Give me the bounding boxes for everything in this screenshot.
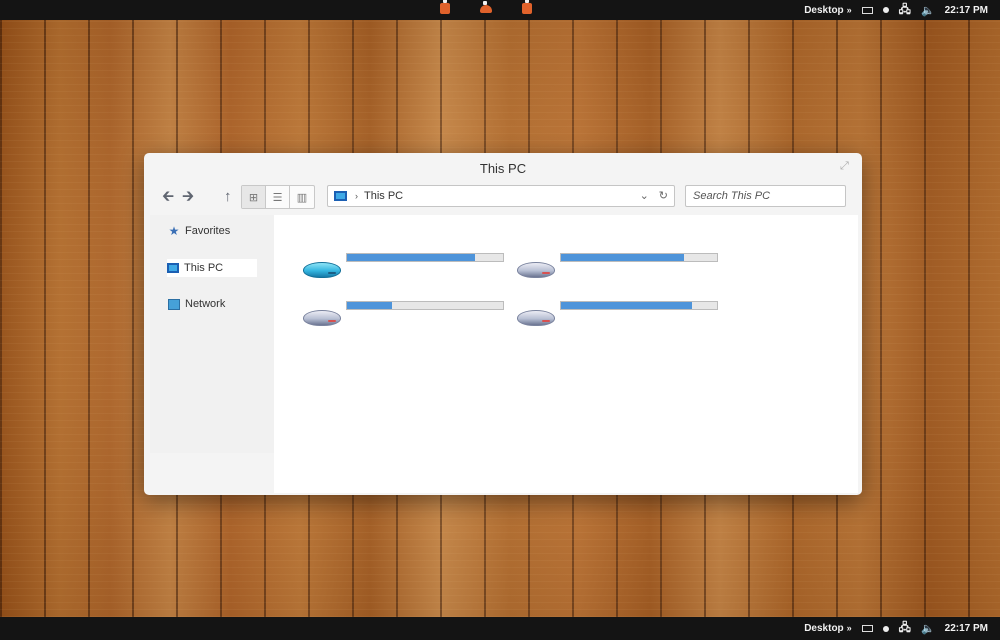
drive-usage-bar <box>560 301 718 310</box>
maximize-icon[interactable]: ⤢ <box>840 160 852 172</box>
hard-drive-icon <box>517 262 555 278</box>
network-tray-icon[interactable]: 🖧 <box>899 1 911 20</box>
up-arrow-icon[interactable]: ↑ <box>224 189 232 205</box>
drive-usage-bar <box>346 301 504 310</box>
chevron-down-icon[interactable]: ⌄ <box>640 189 649 202</box>
search-input[interactable]: Search This PC <box>685 185 846 207</box>
sidebar-item-label: This PC <box>184 262 224 274</box>
sidebar-item-network[interactable]: Network <box>168 298 225 310</box>
columns-view-button[interactable]: ▥ <box>290 186 314 208</box>
hard-drive-icon <box>517 310 555 326</box>
drive-tile[interactable] <box>502 300 718 330</box>
breadcrumb[interactable]: This PC <box>364 190 403 202</box>
computer-icon <box>334 191 347 201</box>
keyboard-icon[interactable] <box>861 625 873 632</box>
drive-usage-bar <box>346 253 504 262</box>
desktop-toolbar-button[interactable]: Desktop» <box>804 5 851 16</box>
drive-usage-fill <box>561 302 693 309</box>
top-taskbar: Desktop» 🖧 🔈 22:17 PM <box>0 0 1000 20</box>
desktop-toolbar-button[interactable]: Desktop» <box>804 623 851 634</box>
clock[interactable]: 22:17 PM <box>945 623 988 634</box>
icons-view-button[interactable]: ⊞ <box>242 186 266 208</box>
drive-usage-fill <box>347 254 475 261</box>
address-bar[interactable]: › This PC ⌄ ↻ <box>327 185 675 207</box>
navigation-pane: ★ Favorites This PC Network <box>150 215 274 453</box>
volume-icon[interactable]: 🔈 <box>921 622 935 635</box>
star-icon: ★ <box>168 224 180 238</box>
system-drive-icon <box>303 262 341 278</box>
back-arrow-icon[interactable]: 🡰 <box>162 189 174 205</box>
drive-tile[interactable] <box>502 252 718 282</box>
hard-drive-icon <box>303 310 341 326</box>
bottom-taskbar: Desktop» 🖧 🔈 22:17 PM <box>0 617 1000 640</box>
taskbar-center-icons <box>440 0 532 14</box>
breadcrumb-separator: › <box>355 191 358 201</box>
network-icon <box>168 298 180 310</box>
computer-icon <box>167 263 179 273</box>
list-view-button[interactable]: ☰ <box>266 186 290 208</box>
sidebar-item-favorites[interactable]: ★ Favorites <box>168 224 231 238</box>
drive-tile[interactable] <box>288 252 504 282</box>
keyboard-icon[interactable] <box>861 6 873 14</box>
explorer-window: This PC ⤢ 🡰 🡲 ↑ ⊞ ☰ ▥ › This PC ⌄ ↻ Sear… <box>144 153 862 495</box>
drive-usage-fill <box>347 302 393 309</box>
cloud-icon[interactable] <box>480 1 492 13</box>
app-icon[interactable] <box>440 0 450 14</box>
sidebar-item-this-pc[interactable]: This PC <box>167 259 257 277</box>
view-toggle-group: ⊞ ☰ ▥ <box>241 185 315 209</box>
toolbar: 🡰 🡲 ↑ ⊞ ☰ ▥ › This PC ⌄ ↻ Search This PC <box>144 185 862 209</box>
volume-icon[interactable]: 🔈 <box>921 4 935 17</box>
network-tray-icon[interactable]: 🖧 <box>899 619 911 638</box>
forward-arrow-icon[interactable]: 🡲 <box>182 189 194 205</box>
clock[interactable]: 22:17 PM <box>945 5 988 16</box>
clipboard-icon[interactable] <box>522 0 532 14</box>
drive-usage-fill <box>561 254 685 261</box>
window-title: This PC <box>479 161 527 176</box>
record-icon[interactable] <box>882 7 889 13</box>
drives-view <box>274 215 858 493</box>
sidebar-item-label: Favorites <box>185 225 231 237</box>
drive-usage-bar <box>560 253 718 262</box>
drive-tile[interactable] <box>288 300 504 330</box>
record-icon[interactable] <box>882 625 889 632</box>
refresh-icon[interactable]: ↻ <box>659 189 668 202</box>
sidebar-item-label: Network <box>185 298 226 310</box>
